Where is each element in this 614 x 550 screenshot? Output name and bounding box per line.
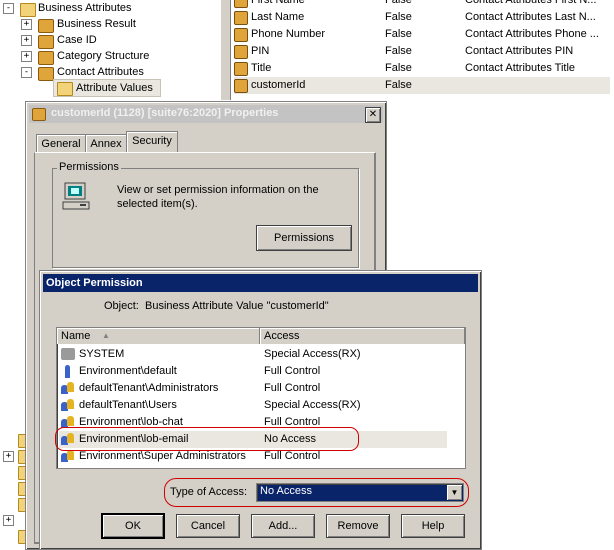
open-folder-icon [57,82,73,96]
properties-title: customerId (1128) [suite76:2020] Propert… [51,107,279,119]
tab-general[interactable]: General [36,134,86,153]
attribute-value-icon [234,79,248,93]
expand-node[interactable]: + [3,451,14,462]
chevron-down-icon[interactable]: ▼ [447,485,462,500]
expand-case-id[interactable]: + [21,35,32,46]
attribute-value-icon [234,11,248,25]
object-permission-title: Object Permission [43,274,478,292]
object-label: Object: [104,300,139,312]
remove-button[interactable]: Remove [326,514,390,538]
table-row[interactable]: defaultTenant\Administrators Full Contro… [59,380,459,397]
user-group-icon [61,450,74,463]
attribute-value-icon [234,62,248,76]
tree-item-business-result[interactable]: Business Result [57,16,136,32]
expand-category-structure[interactable]: + [21,51,32,62]
business-attribute-icon [38,19,54,33]
permissions-group-label: Permissions [57,161,121,173]
table-row[interactable]: SYSTEM Special Access(RX) [59,346,459,363]
type-of-access-label: Type of Access: [170,486,248,498]
user-icon [65,365,70,378]
tree-item-attribute-values[interactable]: Attribute Values [76,80,153,96]
column-header-access[interactable]: Access [260,328,465,344]
list-item-selected[interactable]: customerId False [234,77,610,94]
ok-button[interactable]: OK [101,513,165,539]
type-of-access-select[interactable]: No Access ▼ [256,483,464,502]
tab-annex[interactable]: Annex [85,134,127,153]
tab-security[interactable]: Security [126,131,178,153]
permissions-description: View or set permission information on th… [117,184,319,210]
attribute-value-icon [32,108,46,121]
business-attribute-icon [38,35,54,49]
collapse-business-attributes[interactable]: - [3,3,14,14]
collapse-contact-attributes[interactable]: - [21,67,32,78]
folder-icon [20,3,36,17]
computer-icon [62,182,92,212]
business-attribute-icon [38,51,54,65]
object-value: Business Attribute Value "customerId" [145,300,329,312]
cancel-button[interactable]: Cancel [176,514,240,538]
help-button[interactable]: Help [401,514,465,538]
tree-item-contact-attributes[interactable]: Contact Attributes [57,64,144,80]
attribute-value-icon [234,0,248,8]
system-icon [61,348,75,360]
highlight-ring [55,427,359,451]
add-button[interactable]: Add... [251,514,315,538]
tree-item-category-structure[interactable]: Category Structure [57,48,149,64]
properties-title-bar: customerId (1128) [suite76:2020] Propert… [29,105,383,123]
table-row[interactable]: Environment\default Full Control [59,363,459,380]
tree-item-case-id[interactable]: Case ID [57,32,97,48]
attribute-value-icon [234,45,248,59]
tree-item-business-attributes[interactable]: Business Attributes [38,0,132,16]
column-header-name[interactable]: Name ▲ [57,328,260,344]
permissions-button[interactable]: Permissions [256,225,352,251]
expand-business-result[interactable]: + [21,19,32,30]
splitter[interactable] [220,0,231,100]
attribute-value-icon [234,28,248,42]
user-group-icon [61,382,74,395]
business-attribute-icon [38,67,54,81]
close-button[interactable]: ✕ [365,107,381,123]
expand-node[interactable]: + [3,515,14,526]
user-group-icon [61,399,74,412]
sort-ascending-icon: ▲ [102,331,110,340]
table-row[interactable]: defaultTenant\Users Special Access(RX) [59,397,459,414]
